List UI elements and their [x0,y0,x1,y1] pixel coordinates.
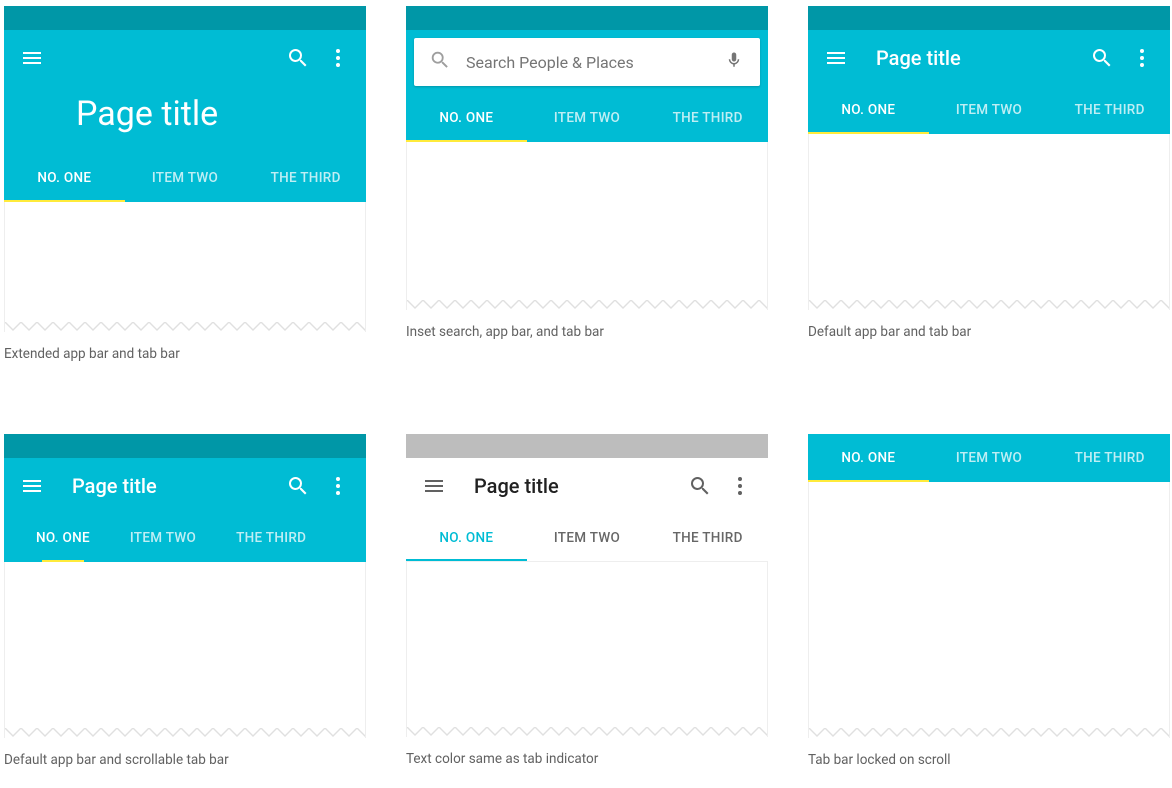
card-inset-search: Search People & Places NO. ONE ITEM TWO … [406,6,768,310]
more-icon[interactable] [1122,38,1162,78]
status-bar [4,6,366,30]
card-locked-tabs: NO. ONE ITEM TWO THE THIRD [808,434,1170,738]
card-extended-appbar: Page title NO. ONE ITEM TWO THE THIRD [4,6,366,332]
tab-the-third[interactable]: THE THIRD [647,514,768,561]
search-icon[interactable] [278,466,318,506]
tab-bar: NO. ONE ITEM TWO THE THIRD [406,94,768,142]
tab-bar: NO. ONE ITEM TWO THE THIRD [808,86,1170,134]
torn-edge [406,727,768,737]
page-title: Page title [454,474,680,498]
tab-item-two[interactable]: ITEM TWO [110,514,216,562]
torn-edge [4,322,366,332]
page-title: Page title [76,94,350,134]
content-area [808,134,1170,300]
tab-the-third[interactable]: THE THIRD [216,514,326,562]
more-icon[interactable] [318,466,358,506]
mic-icon[interactable] [714,49,754,75]
more-icon[interactable] [720,466,760,506]
search-icon[interactable] [278,38,318,78]
tab-the-third[interactable]: THE THIRD [1049,86,1170,134]
torn-edge [808,728,1170,738]
search-icon[interactable] [1082,38,1122,78]
status-bar [406,434,768,458]
tab-item-two[interactable]: ITEM TWO [125,154,246,202]
tab-bar: NO. ONE ITEM TWO THE THIRD [4,154,366,202]
caption: Extended app bar and tab bar [4,346,366,362]
page-title: Page title [856,46,1082,70]
menu-icon[interactable] [12,466,52,506]
card-default-appbar: Page title NO. ONE ITEM TWO THE THIRD [808,6,1170,310]
tab-bar: NO. ONE ITEM TWO THE THIRD [808,434,1170,482]
caption: Default app bar and tab bar [808,324,1170,340]
content-area [4,562,366,728]
torn-edge [406,300,768,310]
search-icon [420,49,460,75]
torn-edge [4,728,366,738]
tab-no-one[interactable]: NO. ONE [808,434,929,482]
tab-item-two[interactable]: ITEM TWO [929,86,1050,134]
menu-icon[interactable] [816,38,856,78]
app-bar: Page title [4,458,366,514]
menu-icon[interactable] [12,38,52,78]
card-light-indicator: Page title NO. ONE ITEM TWO THE THIRD [406,434,768,737]
caption: Inset search, app bar, and tab bar [406,324,768,340]
tab-no-one[interactable]: NO. ONE [4,154,125,202]
torn-edge [808,300,1170,310]
more-icon[interactable] [318,38,358,78]
app-bar: Page title [406,458,768,514]
app-bar: Page title [4,30,366,154]
content-area [406,142,768,300]
content-area [808,482,1170,728]
tab-no-one[interactable]: NO. ONE [808,86,929,134]
caption: Text color same as tab indicator [406,751,768,767]
tab-the-third[interactable]: THE THIRD [647,94,768,142]
caption: Default app bar and scrollable tab bar [4,752,366,768]
page-title: Page title [52,474,278,498]
caption: Tab bar locked on scroll [808,752,1170,768]
menu-icon[interactable] [414,466,454,506]
tab-item-two[interactable]: ITEM TWO [929,434,1050,482]
app-bar: Search People & Places [406,30,768,94]
tab-the-third[interactable]: THE THIRD [1049,434,1170,482]
app-bar: Page title [808,30,1170,86]
tab-item-two[interactable]: ITEM TWO [527,514,648,561]
status-bar [4,434,366,458]
tab-the-third[interactable]: THE THIRD [245,154,366,202]
search-placeholder: Search People & Places [460,53,714,72]
tab-no-one[interactable]: NO. ONE [16,514,110,562]
status-bar [406,6,768,30]
tab-no-one[interactable]: NO. ONE [406,94,527,142]
card-scrollable-tabs: Page title NO. ONE ITEM TWO THE THIRD [4,434,366,738]
status-bar [808,6,1170,30]
content-area [406,562,768,727]
content-area [4,202,366,322]
search-icon[interactable] [680,466,720,506]
tab-item-two[interactable]: ITEM TWO [527,94,648,142]
tab-bar: NO. ONE ITEM TWO THE THIRD [406,514,768,562]
tab-bar[interactable]: NO. ONE ITEM TWO THE THIRD [4,514,366,562]
tab-no-one[interactable]: NO. ONE [406,514,527,561]
search-input[interactable]: Search People & Places [414,38,760,86]
